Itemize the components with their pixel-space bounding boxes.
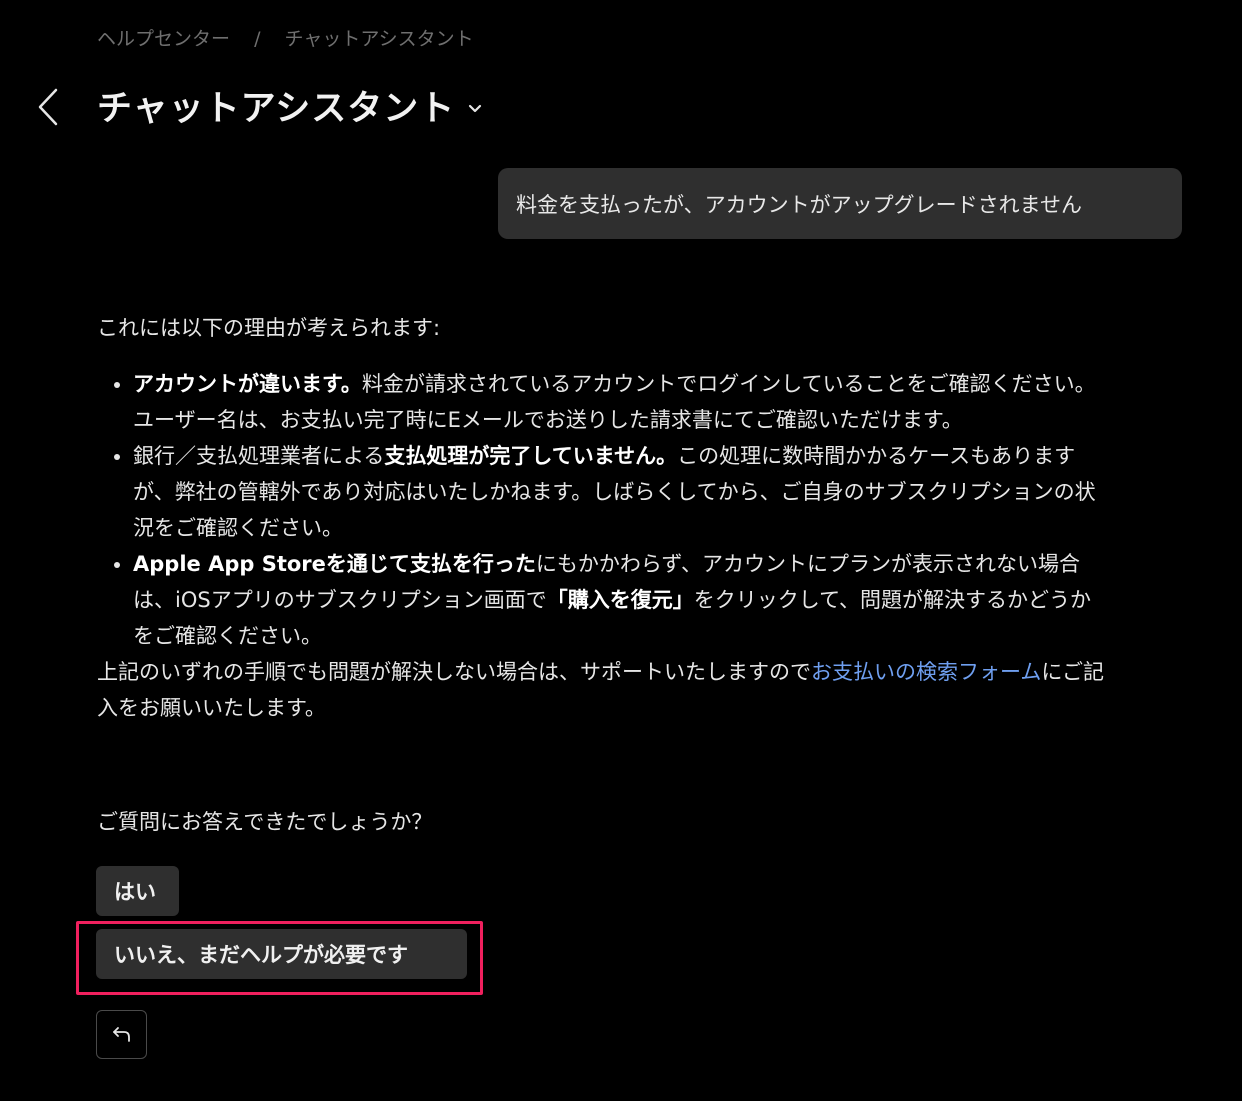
answer-bold: アカウントが違います。 — [133, 372, 362, 396]
answer-intro: これには以下の理由が考えられます: — [97, 316, 441, 340]
yes-button[interactable]: はい — [96, 866, 179, 916]
user-message-bubble: 料金を支払ったが、アカウントがアップグレードされません — [498, 168, 1182, 239]
highlight-annotation — [76, 921, 483, 995]
assistant-answer: これには以下の理由が考えられます: アカウントが違います。料金が請求されているア… — [97, 310, 1107, 726]
title-dropdown[interactable]: チャットアシスタント — [97, 80, 485, 131]
chevron-down-icon — [469, 104, 482, 112]
breadcrumb-current: チャットアシスタント — [284, 28, 474, 50]
answer-bold: Apple App Storeを通じて支払を行った — [133, 552, 536, 576]
breadcrumb: ヘルプセンター / チャットアシスタント — [97, 24, 474, 51]
chevron-left-icon — [38, 88, 58, 126]
answer-list-item: 銀行／支払処理業者による支払処理が完了していません。この処理に数時間かかるケース… — [133, 438, 1107, 546]
back-button[interactable] — [30, 86, 66, 128]
breadcrumb-home-link[interactable]: ヘルプセンター — [97, 28, 230, 50]
answer-list: アカウントが違います。料金が請求されているアカウントでログインしていることをご確… — [97, 366, 1107, 654]
answer-outro-text: 上記のいずれの手順でも問題が解決しない場合は、サポートいたしますので — [97, 660, 811, 684]
user-message-text: 料金を支払ったが、アカウントがアップグレードされません — [516, 192, 1082, 217]
answer-text: 銀行／支払処理業者による — [133, 444, 385, 468]
answer-bold: 支払処理が完了していません。 — [384, 444, 678, 468]
payment-search-form-link[interactable]: お支払いの検索フォーム — [811, 660, 1041, 684]
answer-outro: 上記のいずれの手順でも問題が解決しない場合は、サポートいたしますのでお支払いの検… — [97, 654, 1107, 726]
answer-bold: 「購入を復元」 — [546, 588, 694, 612]
page-title: チャットアシスタント — [97, 89, 456, 129]
breadcrumb-separator: / — [254, 28, 261, 50]
feedback-question: ご質問にお答えできたでしょうか？ — [97, 810, 433, 834]
undo-button[interactable] — [96, 1010, 147, 1059]
answer-list-item: Apple App Storeを通じて支払を行ったにもかかわらず、アカウントにプ… — [133, 546, 1107, 654]
undo-arrow-icon — [112, 1026, 130, 1042]
answer-list-item: アカウントが違います。料金が請求されているアカウントでログインしていることをご確… — [133, 366, 1107, 438]
